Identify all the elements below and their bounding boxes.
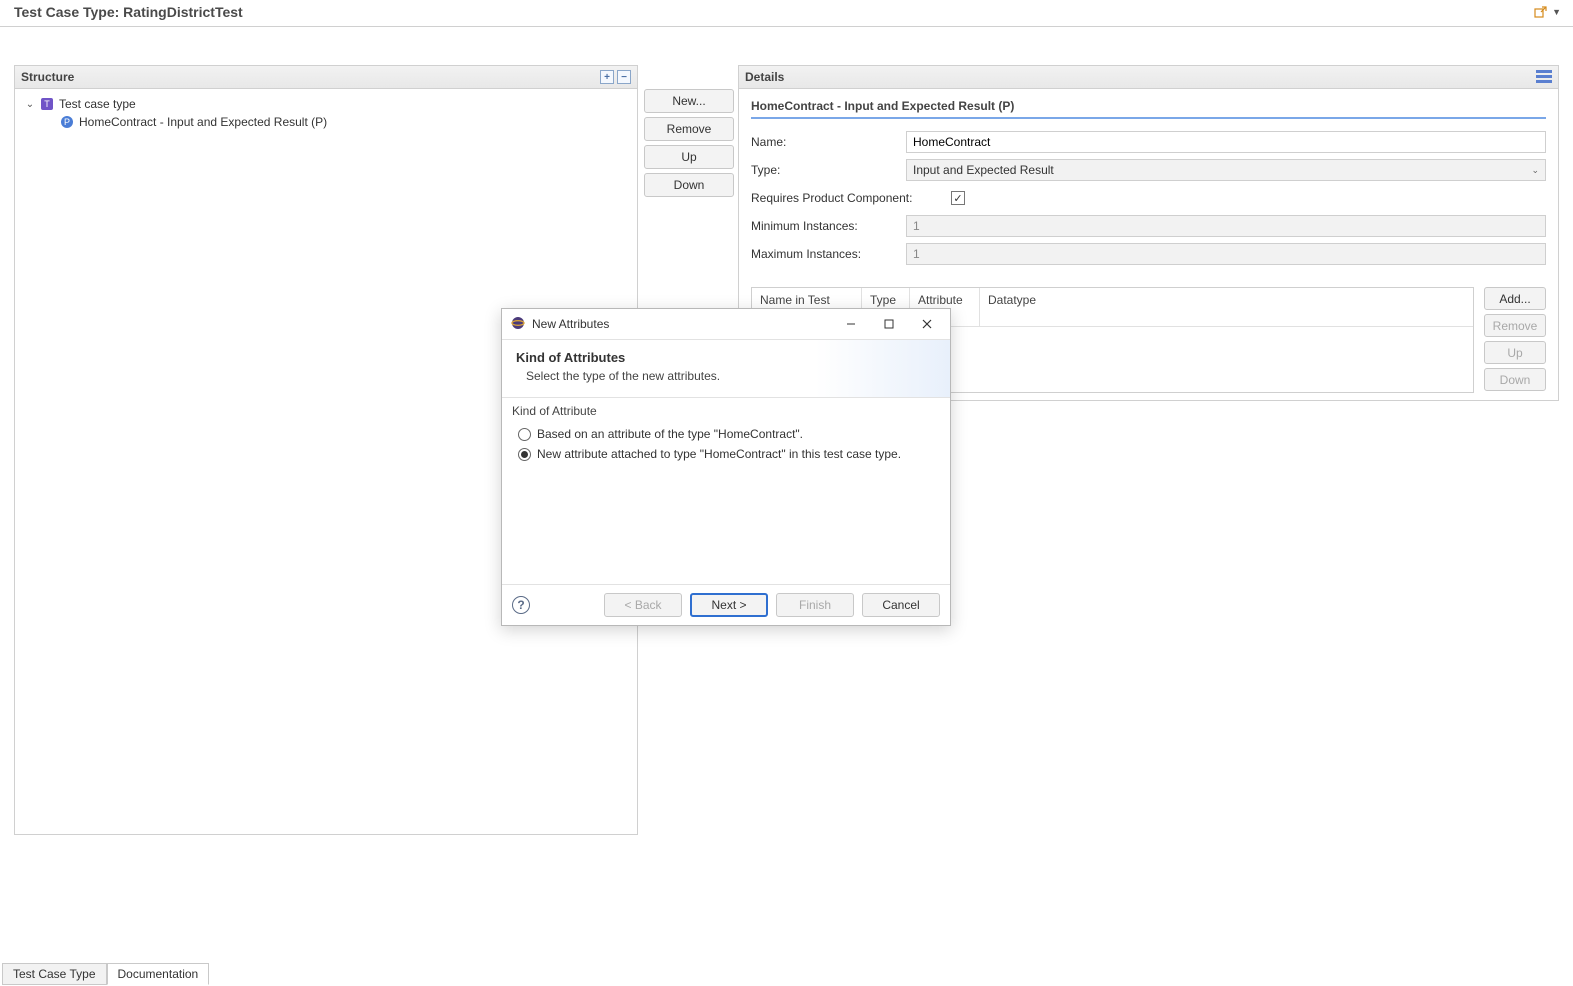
type-label: Type: bbox=[751, 163, 906, 177]
radio-label-1: Based on an attribute of the type "HomeC… bbox=[537, 427, 803, 441]
tree-child-label: HomeContract - Input and Expected Result… bbox=[79, 115, 327, 129]
min-input bbox=[906, 215, 1546, 237]
max-label: Maximum Instances: bbox=[751, 247, 906, 261]
name-label: Name: bbox=[751, 135, 906, 149]
structure-title: Structure bbox=[21, 70, 74, 84]
back-button: < Back bbox=[604, 593, 682, 617]
svg-text:P: P bbox=[64, 117, 70, 127]
down-button[interactable]: Down bbox=[644, 173, 734, 197]
chevron-down-icon[interactable]: ▼ bbox=[1550, 7, 1563, 17]
name-input[interactable] bbox=[906, 131, 1546, 153]
dialog-titlebar[interactable]: New Attributes bbox=[502, 309, 950, 339]
tree-root-label: Test case type bbox=[59, 97, 136, 111]
maximize-button[interactable] bbox=[870, 311, 908, 337]
radio-icon bbox=[518, 428, 531, 441]
expand-all-icon[interactable]: + bbox=[600, 70, 614, 84]
attributes-buttons: Add... Remove Up Down bbox=[1484, 287, 1546, 393]
help-icon[interactable]: ? bbox=[512, 596, 530, 614]
dialog-banner: Kind of Attributes Select the type of th… bbox=[502, 339, 950, 398]
radio-option-based-on-attribute[interactable]: Based on an attribute of the type "HomeC… bbox=[512, 424, 940, 444]
radio-option-new-attribute[interactable]: New attribute attached to type "HomeCont… bbox=[512, 444, 940, 464]
minimize-button[interactable] bbox=[832, 311, 870, 337]
name-row: Name: bbox=[751, 129, 1546, 155]
dialog-heading: Kind of Attributes bbox=[516, 350, 936, 365]
attr-remove-button: Remove bbox=[1484, 314, 1546, 337]
dialog-subheading: Select the type of the new attributes. bbox=[516, 369, 936, 383]
svg-text:T: T bbox=[44, 99, 50, 109]
tree-root[interactable]: ⌄ T Test case type bbox=[25, 95, 627, 113]
close-button[interactable] bbox=[908, 311, 946, 337]
cancel-button[interactable]: Cancel bbox=[862, 593, 940, 617]
type-select[interactable]: Input and Expected Result ⌄ bbox=[906, 159, 1546, 181]
requires-row: Requires Product Component: ✓ bbox=[751, 185, 1546, 211]
page-title: Test Case Type: RatingDistrictTest bbox=[14, 4, 243, 20]
next-button[interactable]: Next > bbox=[690, 593, 768, 617]
tree-child[interactable]: P HomeContract - Input and Expected Resu… bbox=[25, 113, 627, 131]
dialog-group-label: Kind of Attribute bbox=[512, 404, 940, 418]
radio-label-2: New attribute attached to type "HomeCont… bbox=[537, 447, 901, 461]
requires-label: Requires Product Component: bbox=[751, 191, 951, 205]
export-icon[interactable] bbox=[1532, 4, 1548, 20]
structure-header: Structure + − bbox=[14, 65, 638, 89]
collapse-all-icon[interactable]: − bbox=[617, 70, 631, 84]
attr-add-button[interactable]: Add... bbox=[1484, 287, 1546, 310]
details-title: Details bbox=[745, 70, 784, 84]
dialog-title: New Attributes bbox=[532, 317, 609, 331]
eclipse-icon bbox=[510, 315, 526, 334]
details-section-title: HomeContract - Input and Expected Result… bbox=[751, 99, 1546, 119]
requires-checkbox[interactable]: ✓ bbox=[951, 191, 965, 205]
policy-component-icon: P bbox=[59, 114, 75, 130]
new-attributes-dialog: New Attributes Kind of Attributes Select… bbox=[501, 308, 951, 626]
details-header: Details bbox=[738, 65, 1559, 89]
radio-icon bbox=[518, 448, 531, 461]
attr-down-button: Down bbox=[1484, 368, 1546, 391]
finish-button: Finish bbox=[776, 593, 854, 617]
max-input bbox=[906, 243, 1546, 265]
test-case-type-icon: T bbox=[39, 96, 55, 112]
layout-toggle-icon[interactable] bbox=[1536, 70, 1552, 84]
chevron-down-icon: ⌄ bbox=[1531, 165, 1539, 176]
attr-up-button: Up bbox=[1484, 341, 1546, 364]
new-button[interactable]: New... bbox=[644, 89, 734, 113]
editor-header: Test Case Type: RatingDistrictTest ▼ bbox=[0, 0, 1573, 27]
tree-toggle-icon[interactable]: ⌄ bbox=[25, 99, 35, 110]
header-toolbar: ▼ bbox=[1532, 4, 1563, 20]
dialog-footer: ? < Back Next > Finish Cancel bbox=[502, 584, 950, 625]
tab-test-case-type[interactable]: Test Case Type bbox=[2, 963, 107, 985]
up-button[interactable]: Up bbox=[644, 145, 734, 169]
min-label: Minimum Instances: bbox=[751, 219, 906, 233]
min-row: Minimum Instances: bbox=[751, 213, 1546, 239]
col-datatype[interactable]: Datatype bbox=[980, 288, 1050, 326]
type-select-value: Input and Expected Result bbox=[913, 163, 1054, 177]
dialog-content: Kind of Attribute Based on an attribute … bbox=[502, 398, 950, 584]
max-row: Maximum Instances: bbox=[751, 241, 1546, 267]
remove-button[interactable]: Remove bbox=[644, 117, 734, 141]
type-row: Type: Input and Expected Result ⌄ bbox=[751, 157, 1546, 183]
bottom-tabs: Test Case Type Documentation bbox=[2, 962, 209, 984]
tab-documentation[interactable]: Documentation bbox=[107, 963, 210, 985]
